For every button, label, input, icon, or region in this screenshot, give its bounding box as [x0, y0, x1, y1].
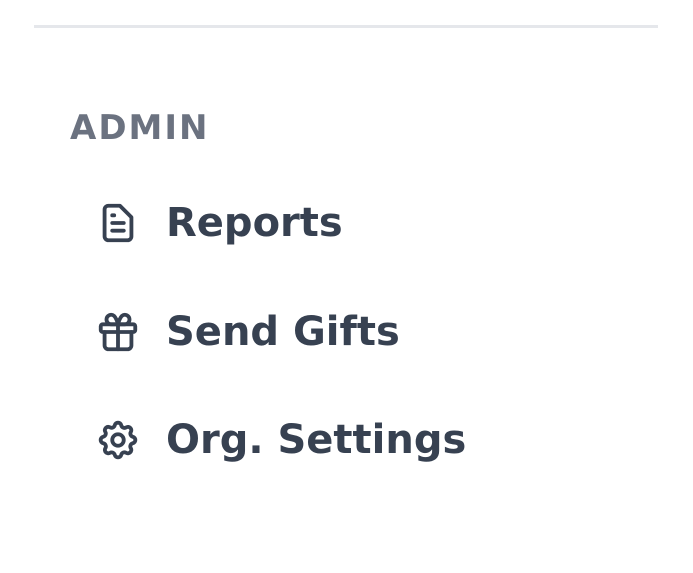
nav-item-org-settings[interactable]: Org. Settings [94, 410, 466, 470]
section-divider [34, 25, 658, 28]
nav-item-send-gifts[interactable]: Send Gifts [94, 302, 400, 362]
nav-item-reports-label: Reports [166, 200, 343, 246]
document-report-icon [94, 199, 142, 247]
nav-item-reports[interactable]: Reports [94, 193, 343, 253]
nav-item-org-settings-label: Org. Settings [166, 417, 467, 463]
gift-icon [94, 308, 142, 356]
cog-icon [94, 416, 142, 464]
admin-section-heading: ADMIN [70, 108, 210, 148]
nav-item-send-gifts-label: Send Gifts [166, 309, 400, 355]
